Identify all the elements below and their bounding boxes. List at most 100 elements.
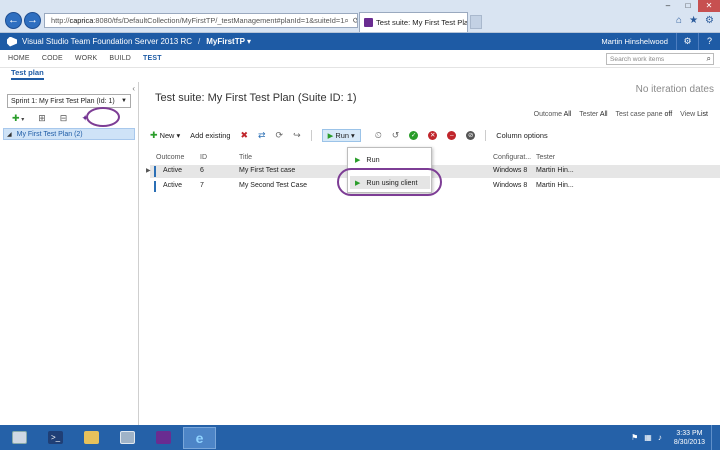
product-title: Visual Studio Team Foundation Server 201… xyxy=(22,37,193,46)
filter-outcome-label: Outcome xyxy=(533,111,563,118)
suite-tree-item[interactable]: ◢ My First Test Plan (2) xyxy=(3,128,135,140)
minimize-button[interactable]: – xyxy=(658,0,678,12)
plus-icon: ✚ xyxy=(150,130,158,140)
filter-tester-value[interactable]: All xyxy=(600,111,608,118)
new-tab-button[interactable] xyxy=(470,15,482,29)
close-window-button[interactable]: ✕ xyxy=(698,0,720,12)
address-bar[interactable]: http://caprica:8080/tfs/DefaultCollectio… xyxy=(44,13,358,28)
menu-item-run[interactable]: ▶ Run xyxy=(350,153,430,166)
visual-studio-button[interactable] xyxy=(147,427,180,449)
new-button-label: New ▾ xyxy=(159,131,181,140)
expander-icon[interactable]: ◢ xyxy=(7,131,12,138)
annotation-circle xyxy=(86,107,120,127)
chevron-down-icon: ▼ xyxy=(121,98,127,104)
cell-id: 6 xyxy=(200,167,204,174)
column-id[interactable]: ID xyxy=(200,154,207,161)
test-plan-selected: Sprint 1: My First Test Plan (Id: 1) xyxy=(11,97,115,105)
clock-date: 8/30/2013 xyxy=(673,438,705,446)
breadcrumb-separator: / xyxy=(198,37,201,46)
file-explorer-button[interactable] xyxy=(75,427,108,449)
fail-test-icon[interactable]: ✕ xyxy=(428,131,438,140)
search-icon[interactable]: ⌕ xyxy=(344,16,348,26)
address-host: caprica xyxy=(69,16,94,25)
search-work-items-input[interactable]: Search work items ⌕ xyxy=(606,53,714,65)
test-plan-pane: ‹ Sprint 1: My First Test Plan (Id: 1) ▼… xyxy=(0,82,139,425)
add-existing-button[interactable]: Add existing xyxy=(190,131,230,140)
suite-toolbar: ✚ ▾ ⊞ ⊟ ✦ xyxy=(12,111,89,125)
address-path: :8080/tfs/DefaultCollection/MyFirstTP/_t… xyxy=(93,16,345,25)
new-button[interactable]: ✚ New ▾ xyxy=(150,130,180,141)
show-desktop-button[interactable] xyxy=(711,425,716,450)
flag-icon[interactable]: ⚑ xyxy=(631,433,638,442)
user-name[interactable]: Martin Hinshelwood xyxy=(601,37,668,46)
refresh-icon[interactable]: ⟳ xyxy=(353,16,357,26)
filter-view-label: View xyxy=(680,111,696,118)
filter-view-value[interactable]: List xyxy=(697,111,708,118)
tools-icon[interactable]: ⚙ xyxy=(705,15,714,26)
volume-icon[interactable]: ♪ xyxy=(658,433,662,442)
toolbar-divider xyxy=(485,130,487,141)
column-title[interactable]: Title xyxy=(239,154,252,161)
hub-home[interactable]: HOME xyxy=(8,55,30,62)
pass-test-icon[interactable]: ✓ xyxy=(409,131,419,140)
run-button[interactable]: ▶ Run ▾ xyxy=(321,129,361,142)
menu-item-run-label: Run xyxy=(366,155,380,164)
collapse-pane-icon[interactable]: ‹ xyxy=(132,84,135,93)
hub-code[interactable]: CODE xyxy=(42,55,63,62)
view-results-icon[interactable]: ⏲ xyxy=(375,130,382,141)
hub-work[interactable]: WORK xyxy=(75,55,98,62)
assign-configurations-icon[interactable]: ⇄ xyxy=(258,130,266,141)
monitor-icon xyxy=(120,431,135,444)
clock-time: 3:33 PM xyxy=(676,429,703,437)
current-row-indicator-icon: ▶ xyxy=(146,168,151,174)
collapse-all-icon[interactable]: ⊟ xyxy=(60,113,68,124)
row-marker xyxy=(154,166,156,177)
not-applicable-icon[interactable]: ⊘ xyxy=(466,131,476,140)
settings-gear-icon[interactable]: ⚙ xyxy=(676,33,698,50)
maximize-button[interactable]: □ xyxy=(678,0,698,12)
hub-nav: HOME CODE WORK BUILD TEST Search work it… xyxy=(0,50,720,68)
toolbar-divider xyxy=(310,130,312,141)
folder-icon xyxy=(84,431,99,444)
search-icon[interactable]: ⌕ xyxy=(707,54,711,64)
annotation-circle xyxy=(337,168,442,196)
filter-outcome-value[interactable]: All xyxy=(564,111,572,118)
clock[interactable]: 3:33 PM 8/30/2013 xyxy=(674,429,705,447)
cell-outcome: Active xyxy=(163,167,183,174)
column-configuration[interactable]: Configurat... xyxy=(493,154,531,161)
column-outcome[interactable]: Outcome xyxy=(156,154,184,161)
cell-outcome: Active xyxy=(163,182,183,189)
block-test-icon[interactable]: – xyxy=(447,131,457,140)
new-suite-icon[interactable]: ✚ ▾ xyxy=(12,113,24,124)
remote-desktop-button[interactable] xyxy=(111,427,144,449)
favorites-icon[interactable]: ★ xyxy=(689,15,698,26)
cell-configuration: Windows 8 xyxy=(493,182,528,189)
refresh-icon[interactable]: ⟳ xyxy=(276,130,284,141)
column-options-button[interactable]: Column options xyxy=(496,131,547,140)
server-manager-button[interactable] xyxy=(3,427,36,449)
network-icon[interactable]: ▦ xyxy=(644,433,652,442)
powershell-button[interactable]: >_ xyxy=(39,427,72,449)
server-manager-icon xyxy=(12,431,27,444)
filter-pane-value[interactable]: off xyxy=(664,111,672,118)
hub-build[interactable]: BUILD xyxy=(109,55,131,62)
test-plan-dropdown[interactable]: Sprint 1: My First Test Plan (Id: 1) ▼ xyxy=(7,94,131,108)
search-placeholder: Search work items xyxy=(610,55,665,63)
tfs-header: Visual Studio Team Foundation Server 201… xyxy=(0,33,720,50)
column-tester[interactable]: Tester xyxy=(536,154,555,161)
back-button[interactable]: ← xyxy=(5,12,22,29)
open-icon[interactable]: ↪ xyxy=(293,130,301,141)
help-icon[interactable]: ? xyxy=(698,33,720,50)
cell-title: My First Test case xyxy=(239,167,296,174)
browser-tab[interactable]: Test suite: My First Test Pla... × xyxy=(359,12,468,32)
remove-icon[interactable]: ✖ xyxy=(240,130,248,141)
tab-test-plan[interactable]: Test plan xyxy=(11,68,44,80)
play-icon: ▶ xyxy=(355,156,361,164)
project-selector[interactable]: MyFirstTP ▾ xyxy=(206,37,251,46)
reset-icon[interactable]: ↺ xyxy=(392,130,400,141)
hub-test[interactable]: TEST xyxy=(143,55,162,62)
home-icon[interactable]: ⌂ xyxy=(676,15,682,26)
expand-all-icon[interactable]: ⊞ xyxy=(38,113,46,124)
forward-button[interactable]: → xyxy=(24,12,41,29)
internet-explorer-button[interactable]: e xyxy=(183,426,216,449)
